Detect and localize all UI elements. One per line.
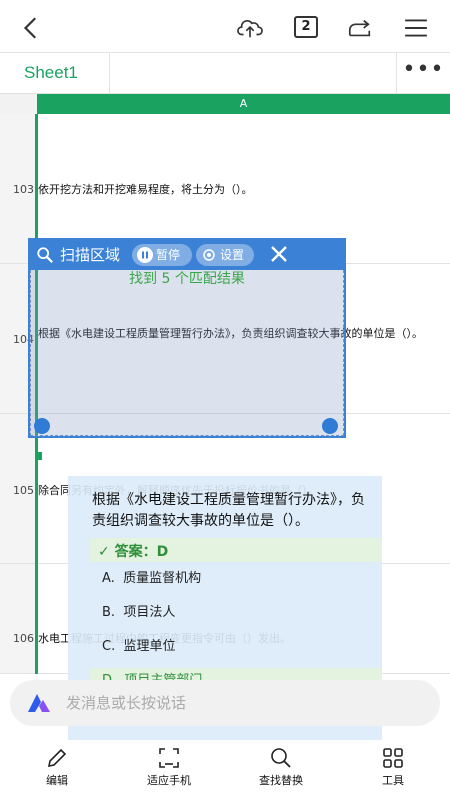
message-input[interactable] — [66, 690, 396, 716]
top-toolbar: 2 — [0, 0, 450, 56]
option-key: B. — [102, 605, 116, 620]
fit-phone-label: 适应手机 — [147, 774, 191, 787]
find-replace-button[interactable]: 查找替换 — [236, 744, 326, 796]
page-count-icon[interactable]: 2 — [294, 16, 318, 38]
search-icon — [271, 748, 291, 768]
assistant-logo-icon[interactable] — [26, 692, 52, 714]
option-text: 监理单位 — [123, 639, 176, 654]
hamburger-menu-icon[interactable] — [402, 14, 430, 42]
settings-button[interactable]: 设置 — [196, 244, 254, 266]
resize-handle-left[interactable] — [34, 418, 50, 434]
search-icon — [37, 247, 53, 263]
bottom-toolbar: 编辑 适应手机 查找替换 工具 — [0, 740, 450, 800]
more-options-button[interactable]: ••• — [396, 53, 450, 93]
close-icon[interactable] — [266, 241, 292, 267]
row-number: 106 — [13, 632, 34, 645]
message-bar — [10, 680, 440, 726]
row-number: 104 — [13, 333, 34, 346]
find-replace-label: 查找替换 — [259, 774, 303, 787]
question-text: 根据《水电建设工程质量管理暂行办法》，负责组织调查较大事故的单位是（）。 — [92, 492, 365, 529]
selection-handle[interactable] — [35, 452, 42, 460]
option-b[interactable]: B. 项目法人 — [90, 600, 382, 626]
tab-sheet1[interactable]: Sheet1 — [0, 53, 110, 93]
pause-label: 暂停 — [156, 248, 181, 262]
sheet-tab-bar: Sheet1 ••• — [0, 52, 450, 94]
row-number: 105 — [13, 484, 34, 497]
column-header-a[interactable]: A — [37, 94, 450, 114]
option-a[interactable]: A. 质量监督机构 — [90, 566, 382, 592]
tools-label: 工具 — [382, 774, 404, 787]
scan-header-bar: 扫描区域 暂停 设置 — [30, 238, 344, 270]
scan-title: 扫描区域 — [60, 246, 121, 264]
gear-icon — [201, 247, 217, 263]
option-key: C. — [102, 639, 116, 654]
option-c[interactable]: C. 监理单位 — [90, 634, 382, 660]
edit-button[interactable]: 编辑 — [12, 744, 102, 796]
tools-button[interactable]: 工具 — [348, 744, 438, 796]
row-number: 103 — [13, 183, 34, 196]
resize-handle-right[interactable] — [322, 418, 338, 434]
edit-label: 编辑 — [46, 774, 68, 787]
scan-region[interactable] — [30, 270, 344, 436]
pause-icon — [137, 247, 153, 263]
answer-row: ✓ 答案：D — [90, 538, 382, 562]
pause-button[interactable]: 暂停 — [132, 244, 192, 266]
fit-screen-icon — [159, 748, 179, 768]
fit-phone-button[interactable]: 适应手机 — [124, 744, 214, 796]
option-text: 项目法人 — [123, 605, 176, 620]
column-header-row: A — [0, 94, 450, 114]
settings-label: 设置 — [220, 248, 245, 262]
share-icon[interactable] — [346, 14, 374, 42]
cloud-upload-icon[interactable] — [236, 14, 264, 42]
option-text: 质量监督机构 — [123, 571, 202, 586]
answer-label: ✓ 答案：D — [98, 544, 169, 560]
cell-a103[interactable]: 依开挖方法和开挖难易程度，将土分为（）。 — [38, 182, 450, 197]
back-chevron-left-icon[interactable] — [18, 14, 46, 42]
grid-tools-icon — [383, 748, 403, 768]
pencil-icon — [47, 748, 67, 768]
match-count-text: 找到 5 个匹配结果 — [129, 271, 245, 287]
option-key: A. — [102, 571, 115, 586]
